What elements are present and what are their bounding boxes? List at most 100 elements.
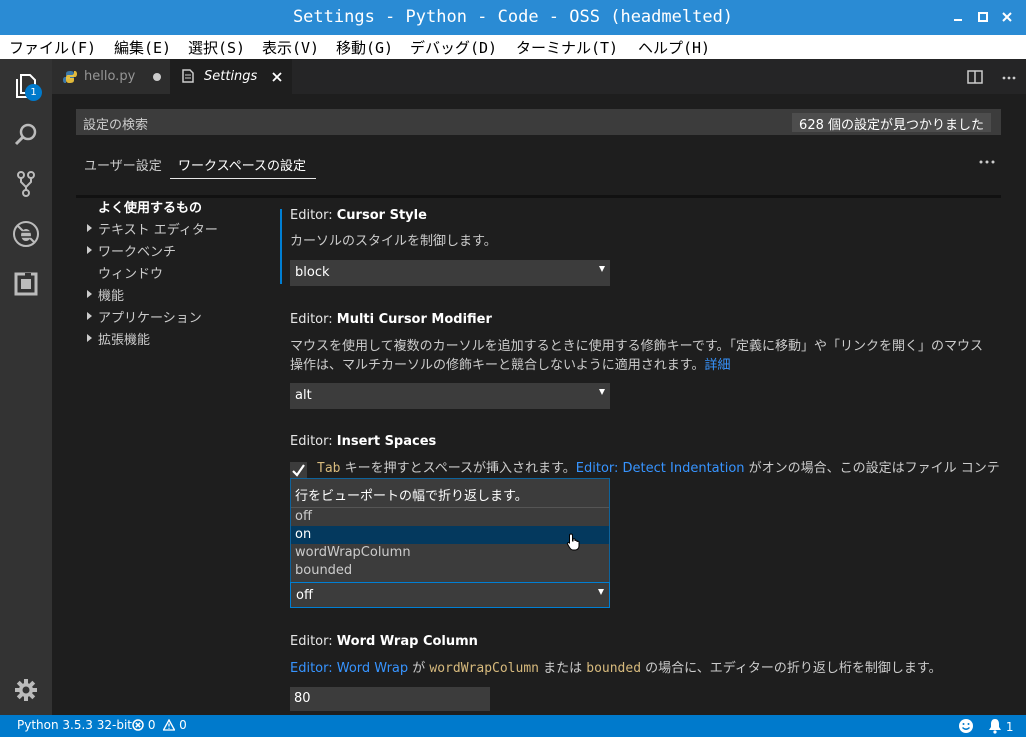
window-title: Settings - Python - Code - OSS (headmelt… (292, 7, 734, 27)
debug-button[interactable] (12, 220, 40, 248)
toc-item-text-editor[interactable]: テキスト エディター (98, 219, 218, 238)
dropdown-option-off[interactable]: off (291, 508, 609, 526)
maximize-icon (978, 12, 988, 22)
tab-settings[interactable]: Settings (170, 59, 292, 94)
word-wrap-select[interactable]: off (290, 582, 610, 608)
source-control-button[interactable] (12, 170, 40, 198)
menu-edit[interactable]: 編集(E) (114, 37, 171, 58)
setting-description: カーソルのスタイルを制御します。 (290, 234, 497, 249)
setting-description: マウスを使用して複数のカーソルを追加するときに使用する修飾キーです。「定義に移動… (290, 339, 984, 354)
python-file-icon (63, 71, 77, 83)
debug-icon (13, 221, 39, 247)
extensions-button[interactable] (12, 270, 40, 298)
word-wrap-link[interactable]: Editor: Word Wrap (290, 661, 408, 676)
option-label: on (295, 527, 312, 542)
modified-dot-icon (153, 73, 161, 81)
setting-description-text: の場合に、エディターの折り返し桁を制御します。 (641, 661, 942, 676)
menu-terminal[interactable]: ターミナル(T) (516, 37, 618, 58)
setting-category: Editor: (290, 208, 337, 223)
settings-search-input[interactable]: 設定の検索 628 個の設定が見つかりました (76, 109, 1001, 135)
close-tab-icon[interactable] (272, 72, 282, 82)
word-wrap-column-input[interactable]: 80 (290, 687, 490, 711)
setting-name: Cursor Style (336, 208, 427, 223)
toc-item-workbench[interactable]: ワークベンチ (98, 241, 176, 260)
toc-item-extensions[interactable]: 拡張機能 (98, 329, 150, 348)
tab-hello-py[interactable]: hello.py (52, 59, 170, 94)
setting-description-text: キーを押すとスペースが挿入されます。 (340, 461, 576, 476)
cursor-style-select[interactable]: block (290, 260, 610, 286)
tab-user-settings[interactable]: ユーザー設定 (84, 155, 162, 174)
setting-description-text: が (408, 661, 430, 676)
code-bounded: bounded (586, 661, 642, 676)
status-bar: Python 3.5.3 32-bit 0 0 1 (0, 715, 1026, 737)
check-icon (292, 464, 305, 477)
header-divider (76, 195, 1001, 198)
option-label: off (295, 509, 312, 524)
split-editor-button[interactable] (967, 69, 983, 89)
setting-title-insert-spaces: Editor: Insert Spaces (290, 434, 436, 449)
insert-spaces-checkbox[interactable] (290, 462, 307, 479)
setting-description: Tab キーを押すとスペースが挿入されます。Editor: Detect Ind… (317, 459, 1000, 478)
toc-item-application[interactable]: アプリケーション (98, 307, 202, 326)
setting-category: Editor: (290, 634, 337, 649)
menu-file[interactable]: ファイル(F) (9, 37, 96, 58)
menu-view[interactable]: 表示(V) (262, 37, 319, 58)
close-window-button[interactable] (996, 6, 1018, 28)
dropdown-option-on[interactable]: on (291, 526, 609, 544)
menu-debug[interactable]: デバッグ(D) (410, 37, 497, 58)
setting-name: Insert Spaces (336, 434, 437, 449)
gear-icon (15, 679, 37, 701)
menu-selection[interactable]: 選択(S) (188, 37, 245, 58)
select-value: alt (295, 388, 312, 403)
active-tab-underline (170, 178, 316, 179)
settings-more-button[interactable] (979, 156, 995, 172)
more-icon (1002, 76, 1016, 80)
minimize-button[interactable] (947, 6, 969, 28)
menu-help[interactable]: ヘルプ(H) (638, 37, 710, 58)
chevron-down-icon (599, 266, 605, 272)
smiley-icon (959, 719, 973, 733)
option-label: bounded (295, 563, 353, 578)
setting-name: Word Wrap Column (336, 634, 478, 649)
setting-description-line2: 操作は、マルチカーソルの修飾キーと競合しないように適用されます。詳細 (290, 356, 730, 375)
setting-title-multi-cursor: Editor: Multi Cursor Modifier (290, 312, 492, 327)
input-value: 80 (294, 691, 311, 706)
toc-item-commonly-used[interactable]: よく使用するもの (98, 197, 202, 216)
menu-go[interactable]: 移動(G) (336, 37, 393, 58)
maximize-button[interactable] (972, 6, 994, 28)
dropdown-option-word-wrap-column[interactable]: wordWrapColumn (291, 544, 609, 562)
bell-icon (989, 719, 1001, 734)
dropdown-option-bounded[interactable]: bounded (291, 562, 609, 580)
extensions-icon (14, 272, 38, 296)
minimize-icon (954, 19, 962, 21)
chevron-right-icon (87, 312, 92, 320)
setting-description: Editor: Word Wrap が wordWrapColumn または b… (290, 659, 942, 678)
explorer-badge: 1 (25, 84, 42, 101)
word-wrap-dropdown: 行をビューポートの幅で折り返します。 off on wordWrapColumn… (290, 478, 610, 582)
search-button[interactable] (12, 121, 40, 149)
toc-item-window[interactable]: ウィンドウ (98, 263, 163, 282)
chevron-right-icon (87, 224, 92, 232)
detect-indentation-link[interactable]: Editor: Detect Indentation (576, 461, 745, 476)
setting-description-text: がオンの場合、この設定はファイル コンテ (744, 461, 1000, 476)
multi-cursor-select[interactable]: alt (290, 383, 610, 409)
tab-workspace-settings[interactable]: ワークスペースの設定 (178, 155, 306, 174)
problems-indicator[interactable]: 0 0 (132, 718, 187, 732)
python-interpreter[interactable]: Python 3.5.3 32-bit (17, 718, 132, 732)
title-bar: Settings - Python - Code - OSS (headmelt… (0, 0, 1026, 35)
notifications-button[interactable]: 1 (988, 718, 1013, 734)
settings-file-icon (182, 69, 194, 83)
manage-button[interactable] (12, 676, 40, 704)
menu-bar: ファイル(F) 編集(E) 選択(S) 表示(V) 移動(G) デバッグ(D) … (0, 35, 1026, 59)
warning-count: 0 (179, 718, 187, 732)
toc-item-features[interactable]: 機能 (98, 285, 124, 304)
search-placeholder: 設定の検索 (83, 118, 149, 133)
setting-category: Editor: (290, 312, 337, 327)
feedback-button[interactable] (958, 718, 974, 737)
notification-count: 1 (1005, 720, 1014, 734)
more-actions-button[interactable] (1001, 69, 1017, 89)
setting-title-cursor-style: Editor: Cursor Style (290, 208, 427, 223)
learn-more-link[interactable]: 詳細 (704, 358, 730, 373)
chevron-down-icon (599, 389, 605, 395)
close-icon (1002, 12, 1012, 22)
